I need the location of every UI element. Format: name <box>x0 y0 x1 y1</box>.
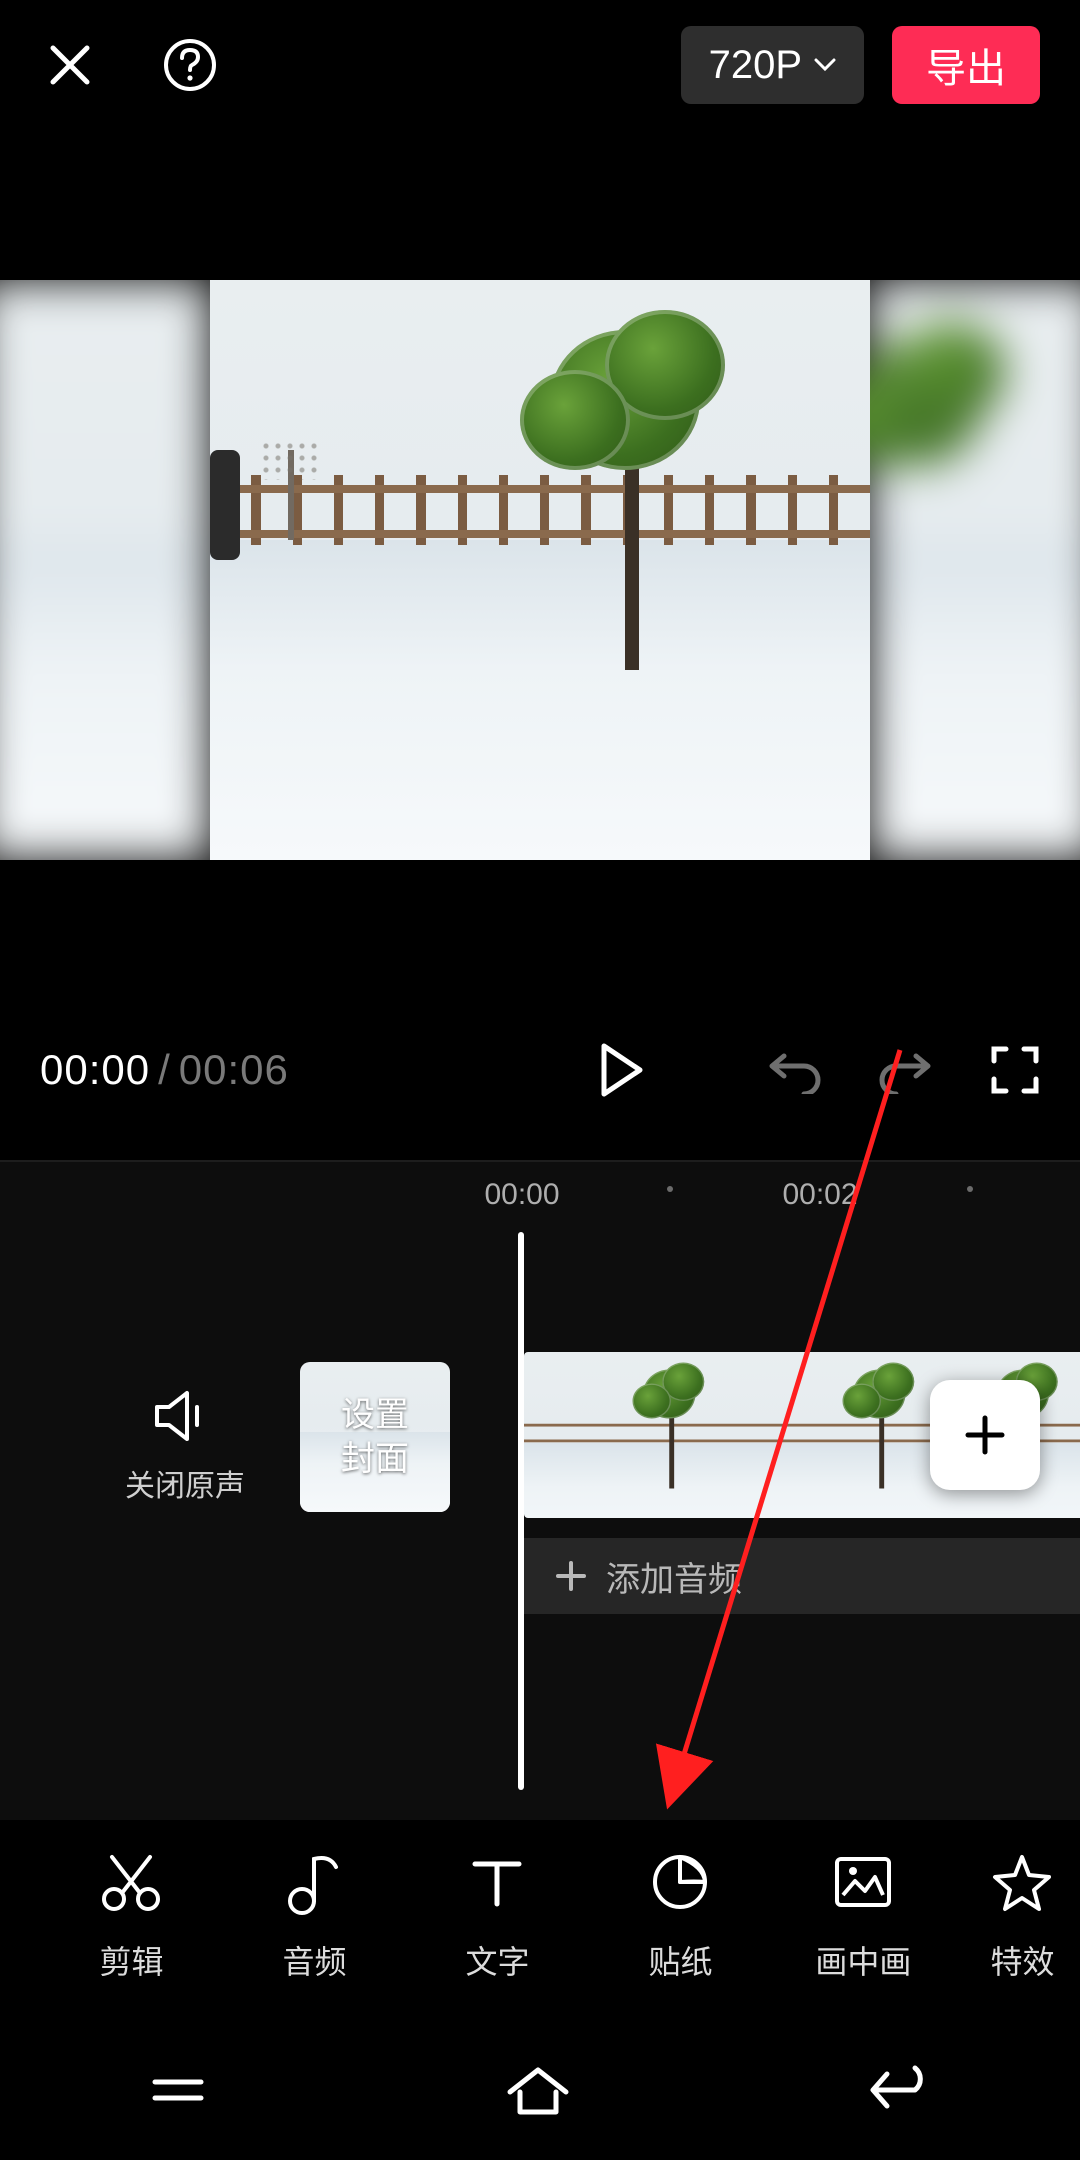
text-icon <box>462 1847 532 1917</box>
play-button[interactable] <box>598 1042 646 1098</box>
tool-audio[interactable]: 音频 <box>233 1847 396 1983</box>
speaker-icon <box>153 1387 217 1445</box>
tool-sticker[interactable]: 贴纸 <box>599 1847 762 1983</box>
chevron-down-icon <box>814 58 836 72</box>
music-note-icon <box>279 1847 349 1917</box>
preview-area[interactable] <box>0 280 1080 860</box>
sticker-icon <box>645 1847 715 1917</box>
current-time: 00:00 <box>40 1046 150 1093</box>
mute-audio-button[interactable]: 关闭原声 <box>110 1387 260 1505</box>
system-nav-bar <box>0 2020 1080 2160</box>
nav-back-button[interactable] <box>865 2064 935 2116</box>
help-button[interactable] <box>160 35 220 95</box>
timeline[interactable]: 00:00 00:02 关闭原声 设置封面 添加音频 <box>0 1160 1080 1820</box>
add-audio-label: 添加音频 <box>606 1552 742 1601</box>
total-time: 00:06 <box>179 1046 289 1093</box>
tool-row: 剪辑 音频 文字 贴纸 画中画 特效 <box>0 1820 1080 2010</box>
star-icon <box>987 1847 1057 1917</box>
scissors-icon <box>96 1847 166 1917</box>
pip-icon <box>828 1847 898 1917</box>
ruler-tick: 00:00 <box>484 1178 559 1212</box>
undo-button[interactable] <box>766 1046 822 1094</box>
preview-blur-right <box>870 280 1080 860</box>
set-cover-button[interactable]: 设置封面 <box>300 1362 450 1512</box>
export-button[interactable]: 导出 <box>892 26 1040 104</box>
tool-text[interactable]: 文字 <box>416 1847 579 1983</box>
video-editor-screen: 720P 导出 <box>0 0 1080 2160</box>
resolution-button[interactable]: 720P <box>681 26 864 104</box>
plus-icon <box>554 1559 588 1593</box>
redo-button[interactable] <box>878 1046 934 1094</box>
topbar: 720P 导出 <box>0 0 1080 130</box>
mute-label: 关闭原声 <box>110 1461 260 1505</box>
ruler-tick: 00:02 <box>782 1178 857 1212</box>
resolution-label: 720P <box>709 43 802 88</box>
preview-blur-left <box>0 280 210 860</box>
preview-frame <box>210 280 870 860</box>
export-label: 导出 <box>926 36 1006 94</box>
close-button[interactable] <box>40 35 100 95</box>
nav-recent-button[interactable] <box>145 2068 211 2112</box>
tool-edit[interactable]: 剪辑 <box>50 1847 213 1983</box>
playback-row: 00:00/00:06 <box>0 1010 1080 1130</box>
nav-home-button[interactable] <box>502 2062 574 2118</box>
ruler-dot <box>667 1186 673 1192</box>
tool-effects[interactable]: 特效 <box>965 1847 1080 1983</box>
add-clip-button[interactable] <box>930 1380 1040 1490</box>
ruler-dot <box>967 1186 973 1192</box>
add-audio-button[interactable]: 添加音频 <box>524 1538 1080 1614</box>
tool-pip[interactable]: 画中画 <box>782 1847 945 1983</box>
ruler: 00:00 00:02 <box>0 1178 1080 1228</box>
timecode: 00:00/00:06 <box>40 1046 289 1094</box>
fullscreen-button[interactable] <box>990 1045 1040 1095</box>
plus-icon <box>960 1410 1010 1460</box>
